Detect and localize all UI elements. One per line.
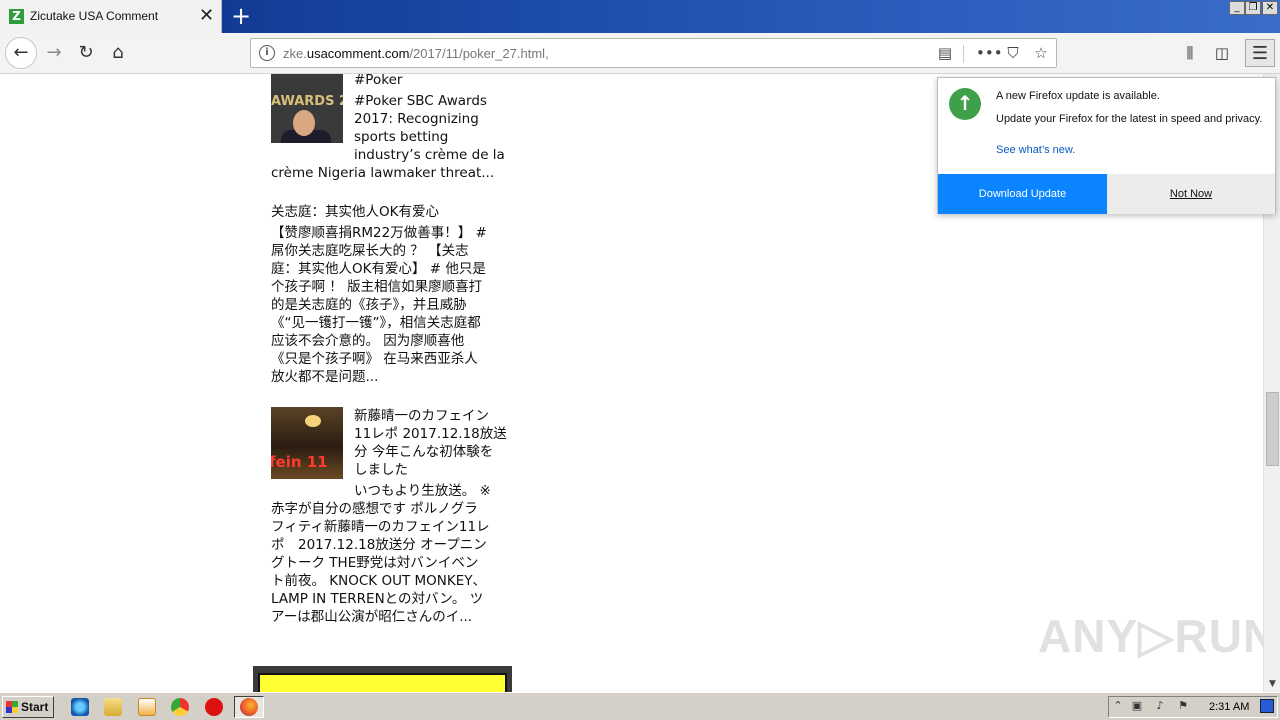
post-excerpt-line: 应该不会介意的。 因为廖顺喜他 (271, 333, 465, 349)
folder-icon[interactable] (104, 698, 122, 716)
start-button[interactable]: Start (2, 696, 54, 718)
site-info-icon[interactable]: i (259, 45, 275, 61)
thumbnail-lamp (305, 415, 321, 427)
tab-strip: Z Zicutake USA Comment ✕ + _ ❐ ✕ (0, 0, 1280, 33)
reload-button[interactable]: ↻ (72, 39, 100, 67)
network-icon[interactable]: ▣ (1130, 699, 1144, 713)
sidebar-icon[interactable]: ◫ (1208, 39, 1236, 67)
forward-arrow-icon: → (46, 42, 62, 63)
home-button[interactable]: ⌂ (104, 39, 132, 67)
library-icon[interactable]: ⫼ (1176, 39, 1204, 67)
post-title[interactable]: 关志庭：其实他人OK有爱心 (271, 203, 439, 221)
ad-banner-inner (258, 673, 507, 692)
post-excerpt-line: sports betting (354, 129, 449, 145)
post-excerpt-line: グトーク THE野党は対バンイベン (271, 555, 479, 571)
tab-active[interactable]: Z Zicutake USA Comment ✕ (0, 0, 222, 33)
pocket-icon[interactable]: ⛉ (1003, 43, 1023, 63)
scrollbar-thumb[interactable] (1266, 392, 1279, 466)
post-excerpt-line: 个孩子啊 ！ 版主相信如果廖顺喜打 (271, 279, 483, 295)
post-excerpt-line: #Poker SBC Awards (354, 93, 487, 109)
taskbar: Start ⌃ ▣ ♪ ⚑ 2:31 AM (0, 692, 1280, 720)
show-desktop-icon[interactable] (1260, 699, 1274, 713)
post-tag[interactable]: #Poker (354, 74, 402, 89)
forward-button[interactable]: → (40, 39, 68, 67)
new-tab-button[interactable]: + (229, 2, 253, 30)
action-center-flag-icon[interactable]: ⚑ (1176, 699, 1190, 713)
post-excerpt-line: 赤字が自分の感想です ポルノグラ (271, 501, 478, 517)
restore-button[interactable]: ❐ (1245, 1, 1261, 15)
home-icon: ⌂ (112, 42, 124, 63)
bookmark-star-icon[interactable]: ☆ (1031, 43, 1051, 63)
post-excerpt-line: 放火都不是问题... (271, 369, 379, 385)
post-excerpt-line: industry’s crème de la (354, 147, 505, 163)
url-text[interactable]: zke.usacomment.com/2017/11/poker_27.html… (283, 46, 549, 61)
start-label: Start (21, 700, 49, 714)
back-button[interactable]: ← (5, 37, 37, 69)
back-arrow-icon: ← (13, 42, 29, 63)
reload-icon: ↻ (78, 42, 94, 63)
post-excerpt-line: crème Nigeria lawmaker threat... (271, 165, 495, 181)
url-subdomain: zke. (283, 46, 307, 61)
internet-explorer-icon[interactable] (71, 698, 89, 716)
download-update-button[interactable]: Download Update (938, 174, 1107, 214)
post-excerpt-line: いつもより生放送。 ※ (354, 483, 491, 499)
whats-new-link[interactable]: See what’s new. (996, 144, 1075, 156)
anyrun-watermark: ANY▷RUN (1038, 610, 1263, 662)
menu-hamburger-icon[interactable]: ☰ (1245, 39, 1275, 67)
post-excerpt-line: 《只是个孩子啊》 在马来西亚杀人 (271, 351, 478, 367)
post-title[interactable]: 新藤晴一のカフェイン (354, 407, 489, 425)
url-domain: usacomment.com (306, 46, 410, 61)
url-path: /2017/11/poker_27.html, (409, 46, 549, 61)
post-excerpt-line: 《“见一镬打一镬”》，相信关志庭都 (271, 315, 481, 331)
firefox-icon (240, 698, 258, 716)
tray-expand-icon[interactable]: ⌃ (1111, 699, 1125, 713)
post-excerpt-line: LAMP IN TERRENとの対バン。 ツ (271, 591, 484, 607)
volume-icon[interactable]: ♪ (1153, 699, 1167, 713)
post-excerpt-line: 的是关志庭的《孩子》，并且威胁 (271, 297, 467, 313)
thumbnail-caffeine-text: fein 11 (271, 453, 328, 471)
taskbar-clock[interactable]: 2:31 AM (1209, 701, 1249, 713)
post-excerpt-line: アーは郡山公演が昭仁さんのイ... (271, 609, 473, 625)
post-excerpt-line: 庭：其实他人OK有爱心】 # 他只是 (271, 261, 486, 277)
url-bar[interactable]: i zke.usacomment.com/2017/11/poker_27.ht… (250, 38, 1057, 68)
page-actions-icon[interactable]: ••• (976, 43, 1003, 63)
scroll-down-arrow-icon[interactable]: ▼ (1264, 676, 1280, 692)
post-excerpt-line: 2017: Recognizing (354, 111, 479, 127)
url-separator (963, 45, 964, 63)
minimize-button[interactable]: _ (1229, 1, 1245, 15)
post-thumbnail-caffeine[interactable]: fein 11 (271, 407, 343, 479)
update-arrow-icon: ↑ (949, 88, 981, 120)
thumbnail-awards-text: AWARDS 20 (271, 94, 343, 109)
not-now-button[interactable]: Not Now (1107, 174, 1275, 214)
post-thumbnail-poker[interactable]: AWARDS 20 (271, 74, 343, 143)
post-excerpt-line: 分 今年こんな初体験を (354, 444, 494, 460)
window-close-button[interactable]: ✕ (1262, 1, 1278, 15)
post-excerpt-line: 【赞廖顺喜捐RM22万做善事！】 # (271, 225, 487, 241)
media-player-icon[interactable] (138, 698, 156, 716)
opera-icon[interactable] (205, 698, 223, 716)
post-excerpt-line: しました (354, 462, 408, 478)
thumbnail-person-head (293, 110, 315, 136)
post-excerpt-line: フィティ新藤晴一のカフェイン11レ (271, 519, 490, 535)
tab-title: Zicutake USA Comment (30, 9, 159, 23)
tab-close-icon[interactable]: ✕ (199, 6, 214, 26)
post-excerpt-line: ト前夜。 KNOCK OUT MONKEY、 (271, 573, 486, 589)
post-excerpt-line: 11レポ 2017.12.18放送 (354, 426, 507, 442)
update-body: Update your Firefox for the latest in sp… (996, 113, 1263, 125)
chrome-icon[interactable] (171, 698, 189, 716)
navigation-toolbar: ← → ↻ ⌂ i zke.usacomment.com/2017/11/pok… (0, 33, 1280, 74)
update-notification-panel: ↑ A new Firefox update is available. Upd… (937, 77, 1276, 214)
ad-banner[interactable] (253, 666, 512, 692)
post-excerpt-line: ポ 2017.12.18放送分 オープニン (271, 537, 487, 553)
update-heading: A new Firefox update is available. (996, 90, 1160, 102)
tab-favicon-icon: Z (9, 9, 24, 24)
firefox-taskbar-button[interactable] (234, 696, 264, 718)
windows-logo-icon (6, 701, 18, 713)
reader-view-icon[interactable]: ▤ (935, 43, 955, 63)
post-excerpt-line: 屌你关志庭吃屎长大的 ？ 【关志 (271, 243, 469, 259)
